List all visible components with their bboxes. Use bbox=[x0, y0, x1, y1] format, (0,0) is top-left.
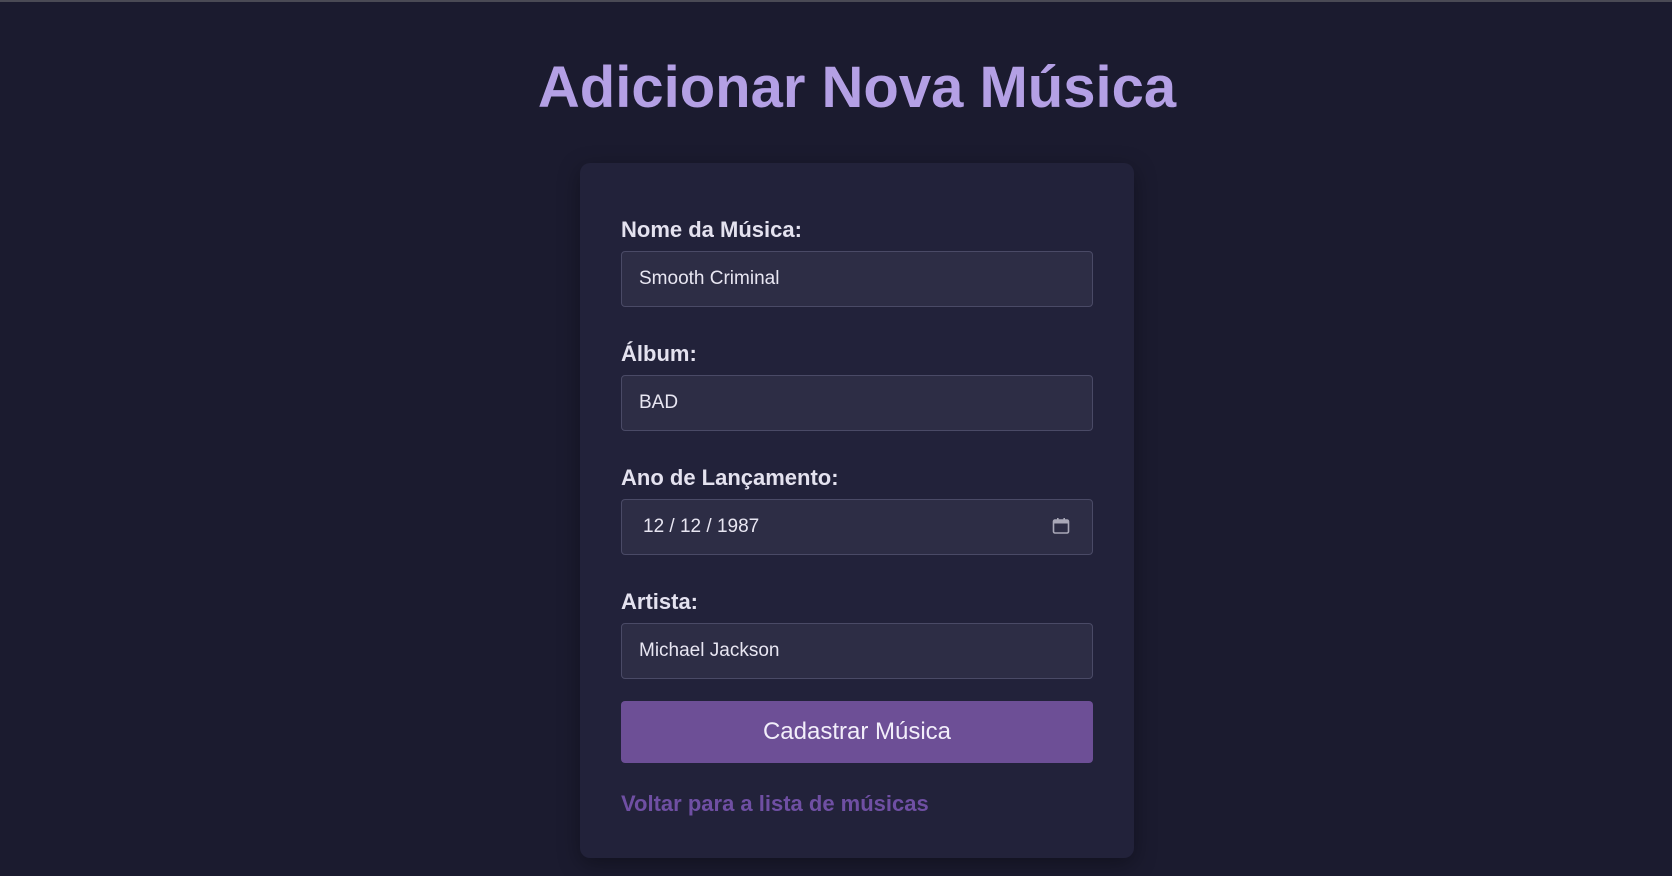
artist-label: Artista: bbox=[621, 589, 699, 614]
add-song-form: Nome da Música: Smooth Criminal Álbum: B… bbox=[580, 163, 1134, 858]
song-name-label: Nome da Música: bbox=[621, 217, 802, 242]
top-border-line bbox=[0, 0, 1672, 2]
artist-input[interactable]: Michael Jackson bbox=[621, 623, 1093, 679]
album-label: Álbum: bbox=[621, 341, 697, 366]
submit-song-button[interactable]: Cadastrar Música bbox=[621, 701, 1093, 763]
release-year-value: 12 / 12 / 1987 bbox=[643, 516, 760, 537]
calendar-icon[interactable] bbox=[1052, 517, 1070, 535]
release-year-date-input[interactable]: 12 / 12 / 1987 bbox=[621, 499, 1093, 555]
back-to-song-list-link[interactable]: Voltar para a lista de músicas bbox=[621, 790, 929, 818]
album-input[interactable]: BAD bbox=[621, 375, 1093, 431]
song-name-input[interactable]: Smooth Criminal bbox=[621, 251, 1093, 307]
release-year-label: Ano de Lançamento: bbox=[621, 465, 839, 490]
page-title: Adicionar Nova Música bbox=[537, 55, 1177, 120]
